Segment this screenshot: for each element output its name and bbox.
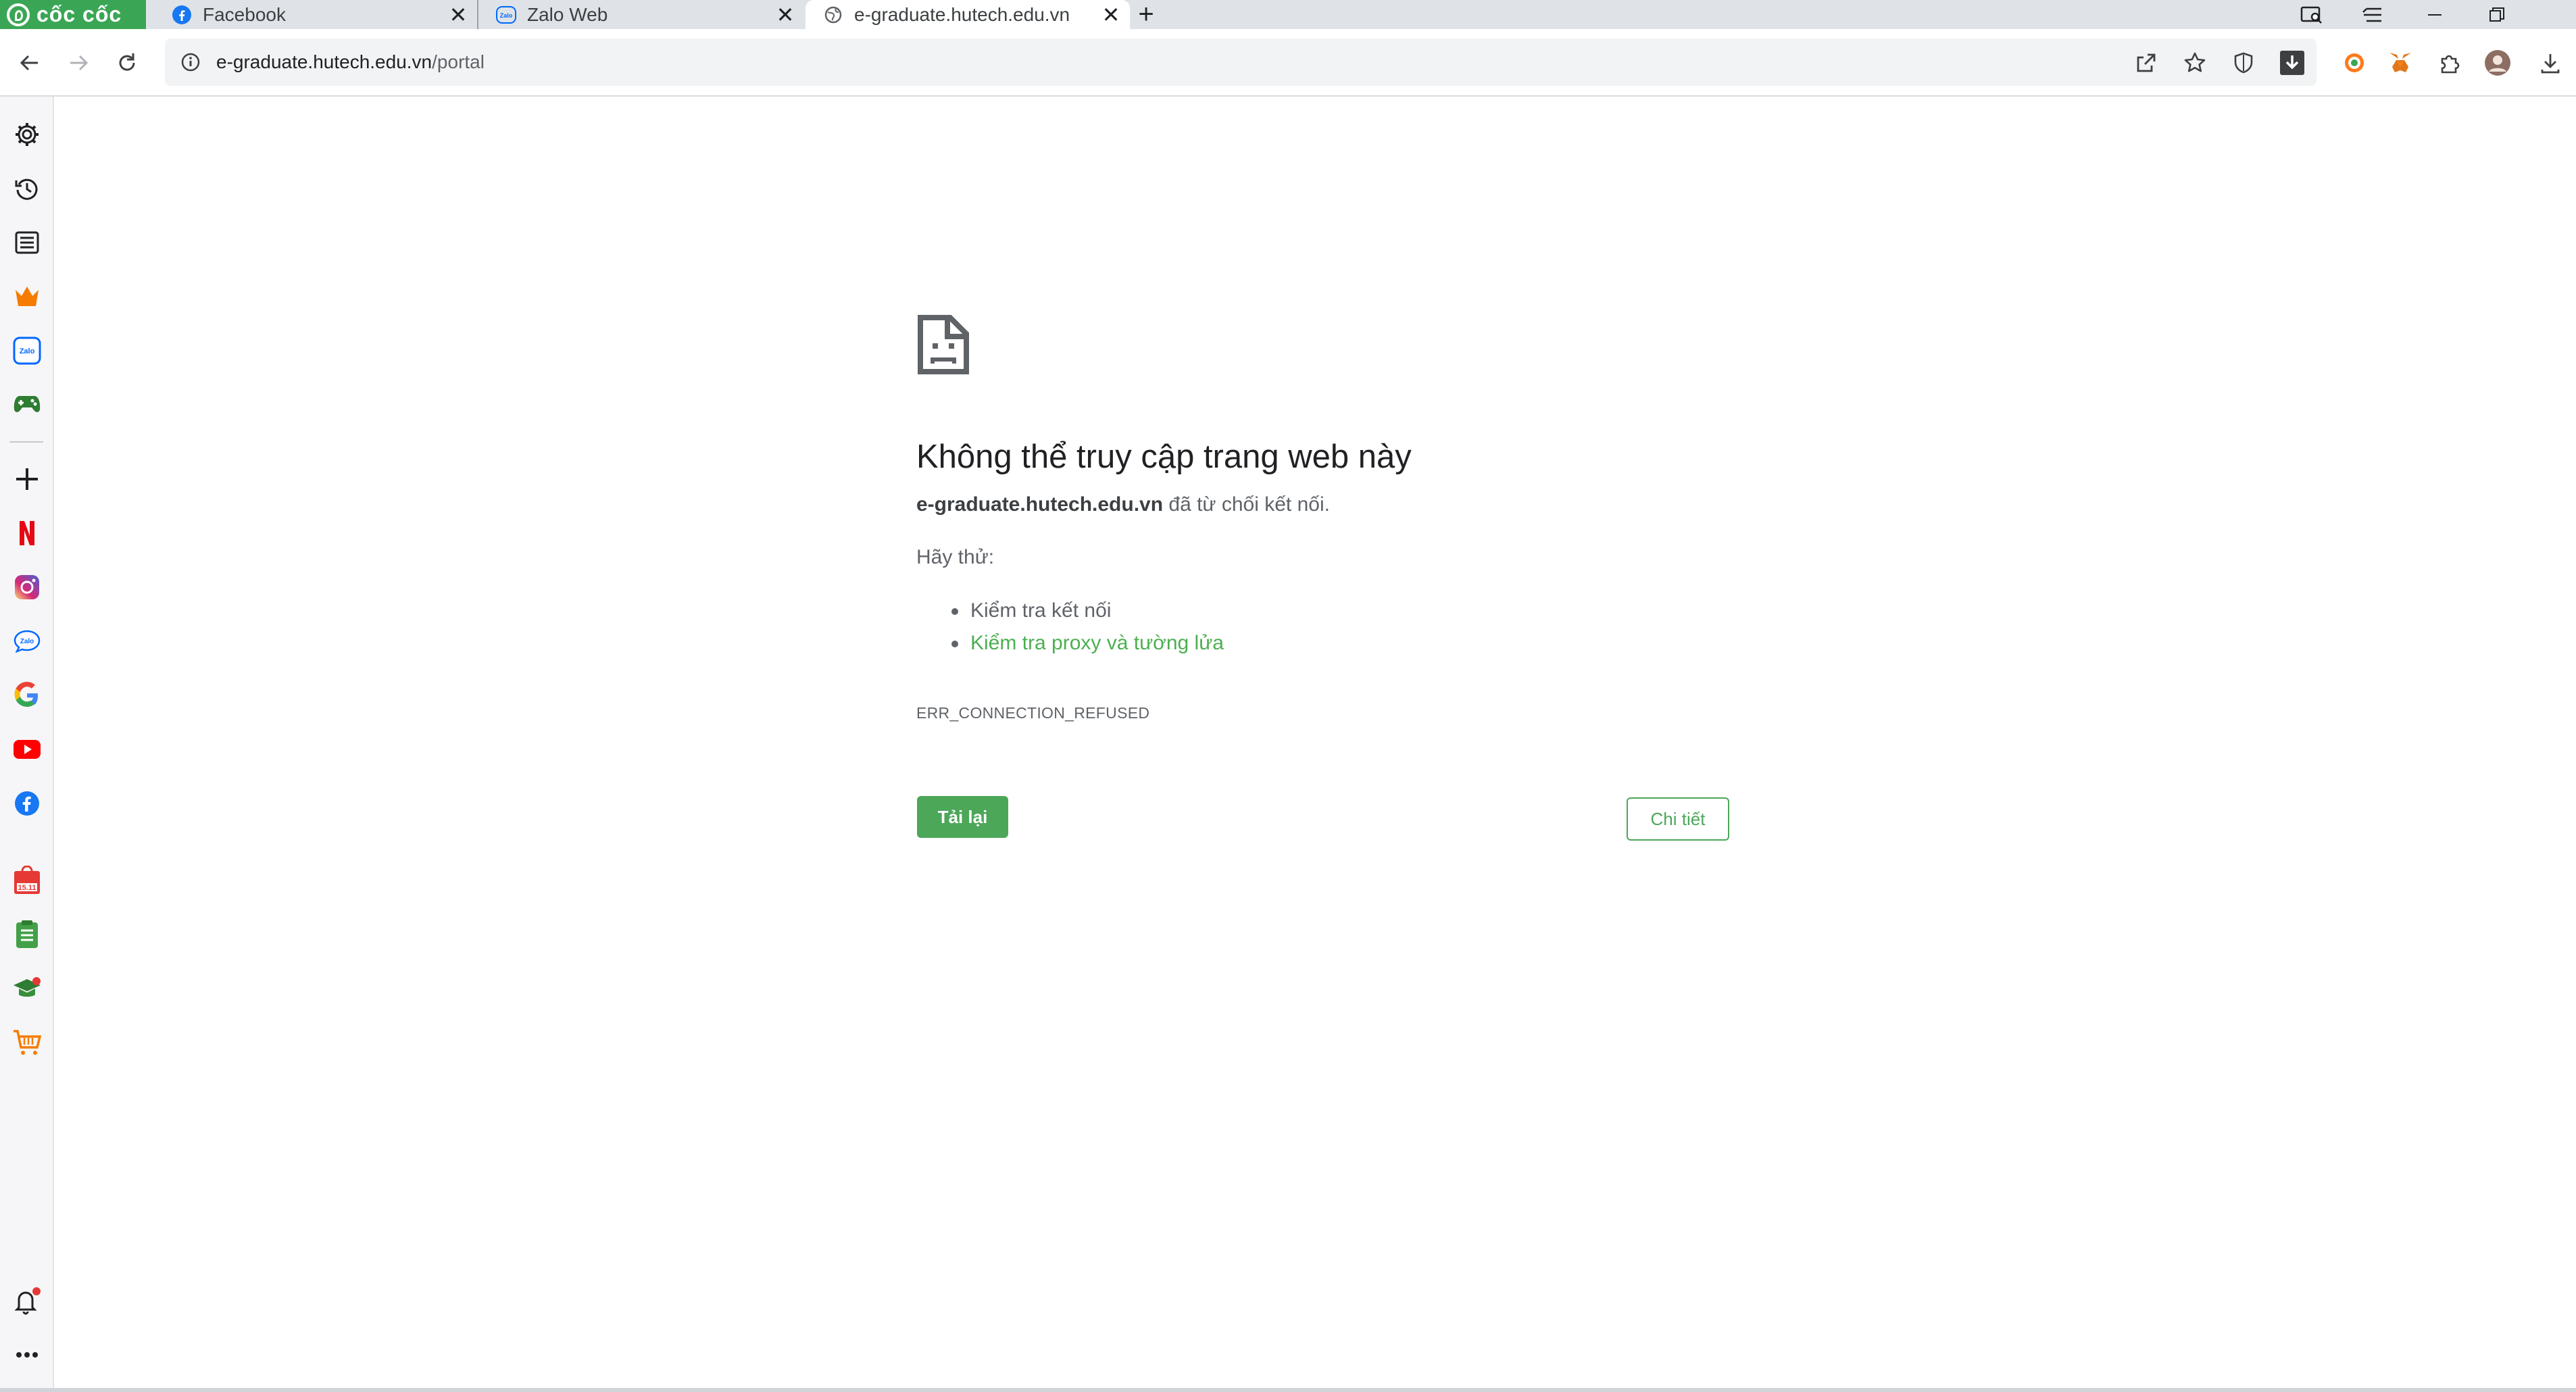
suggestion-check-proxy: Kiểm tra proxy và tường lửa <box>916 627 1224 660</box>
close-icon[interactable]: ✕ <box>446 3 470 27</box>
tab-label: Facebook <box>203 3 286 25</box>
reading-list-icon[interactable] <box>9 225 45 260</box>
shopping-bag-badge: 15.11 <box>18 884 36 892</box>
reload-page-button[interactable]: Tải lại <box>917 796 1008 838</box>
coccoc-extension-icon[interactable] <box>2337 45 2372 80</box>
zalo-icon[interactable]: Zalo <box>9 624 45 659</box>
reload-icon <box>119 53 135 71</box>
notes-icon[interactable] <box>9 917 45 952</box>
google-icon[interactable] <box>9 678 45 713</box>
more-options-icon[interactable] <box>9 1337 45 1372</box>
zalo-icon[interactable]: Zalo <box>9 333 45 368</box>
instagram-icon[interactable] <box>9 570 45 605</box>
details-button[interactable]: Chi tiết <box>1627 797 1729 841</box>
svg-text:Zalo: Zalo <box>20 638 34 645</box>
share-icon[interactable] <box>2129 45 2164 80</box>
suggestion-text: Kiểm tra kết nối <box>970 599 1112 622</box>
crown-icon[interactable] <box>9 279 45 314</box>
tab-facebook[interactable]: Facebook ✕ <box>154 0 477 29</box>
site-info-icon[interactable] <box>174 46 207 78</box>
downloads-icon[interactable] <box>2533 45 2568 80</box>
suggestion-check-connection: Kiểm tra kết nối <box>916 595 1224 627</box>
try-label: Hãy thử: <box>916 546 995 568</box>
messenger-icon[interactable] <box>9 786 45 821</box>
error-code: ERR_CONNECTION_REFUSED <box>916 704 1150 722</box>
settings-icon[interactable] <box>9 117 45 152</box>
url-text: e-graduate.hutech.edu.vn/portal <box>216 51 485 73</box>
address-bar[interactable]: e-graduate.hutech.edu.vn/portal <box>165 39 2317 86</box>
bookmark-star-icon[interactable] <box>2177 45 2212 80</box>
tab-label: e-graduate.hutech.edu.vn <box>854 3 1070 25</box>
restore-icon[interactable] <box>2467 0 2527 29</box>
profile-avatar[interactable] <box>2480 45 2515 80</box>
check-proxy-link[interactable]: Kiểm tra proxy và tường lửa <box>970 632 1224 654</box>
netflix-icon[interactable] <box>9 516 45 551</box>
extensions-puzzle-icon[interactable] <box>2431 45 2467 80</box>
close-icon[interactable]: ✕ <box>773 3 797 27</box>
back-button[interactable] <box>12 45 47 80</box>
shopping-bag-icon[interactable]: 15.11 <box>9 863 45 898</box>
tab-label: Zalo Web <box>527 3 608 25</box>
url-host: e-graduate.hutech.edu.vn <box>216 51 432 72</box>
tab-strip: cốc cốc Facebook ✕ Zalo Zalo Web ✕ e-gra… <box>0 0 2576 29</box>
new-tab-button[interactable]: + <box>1133 1 1160 28</box>
browser-toolbar: e-graduate.hutech.edu.vn/portal <box>0 29 2576 97</box>
suggestion-list: Kiểm tra kết nối Kiểm tra proxy và tường… <box>916 595 1224 660</box>
svg-text:Zalo: Zalo <box>500 12 513 19</box>
sidebar: Zalo Zalo 15.11 <box>0 97 54 1389</box>
forward-button[interactable] <box>61 45 96 80</box>
coccoc-logo-icon <box>7 3 30 26</box>
sad-page-icon <box>918 315 969 374</box>
sidebar-toggle-icon[interactable] <box>2342 0 2403 29</box>
reload-button[interactable] <box>109 45 145 80</box>
metamask-icon[interactable] <box>2383 45 2418 80</box>
window-bottom-border <box>0 1388 2576 1392</box>
download-video-icon[interactable] <box>2275 45 2310 80</box>
url-path: /portal <box>432 51 485 72</box>
facebook-icon <box>172 5 192 25</box>
svg-text:Zalo: Zalo <box>20 347 35 355</box>
add-icon[interactable] <box>9 462 45 497</box>
cart-icon[interactable] <box>9 1025 45 1060</box>
arrow-left-icon <box>20 55 38 71</box>
error-desc-suffix: đã từ chối kết nối. <box>1163 493 1330 516</box>
tab-e-graduate[interactable]: e-graduate.hutech.edu.vn ✕ <box>806 0 1130 29</box>
error-title: Không thể truy cập trang web này <box>916 439 1412 475</box>
tab-search-icon[interactable] <box>2281 0 2342 29</box>
browser-brand[interactable]: cốc cốc <box>0 0 146 29</box>
brand-name: cốc cốc <box>36 2 122 26</box>
close-icon[interactable]: ✕ <box>1099 3 1123 27</box>
graduation-cap-icon[interactable] <box>9 971 45 1006</box>
sidebar-divider <box>9 441 43 443</box>
gamepad-icon[interactable] <box>9 386 45 421</box>
notification-bell-icon[interactable] <box>9 1283 45 1318</box>
shield-icon[interactable] <box>2226 45 2261 80</box>
tab-zalo[interactable]: Zalo Zalo Web ✕ <box>477 0 804 29</box>
zalo-icon: Zalo <box>496 5 516 25</box>
youtube-icon[interactable] <box>9 732 45 767</box>
error-description: e-graduate.hutech.edu.vn đã từ chối kết … <box>916 493 1330 516</box>
arrow-right-icon <box>70 55 89 71</box>
history-icon[interactable] <box>9 171 45 206</box>
minimize-icon[interactable] <box>2404 0 2465 29</box>
error-host: e-graduate.hutech.edu.vn <box>916 493 1164 516</box>
globe-icon <box>823 5 843 25</box>
